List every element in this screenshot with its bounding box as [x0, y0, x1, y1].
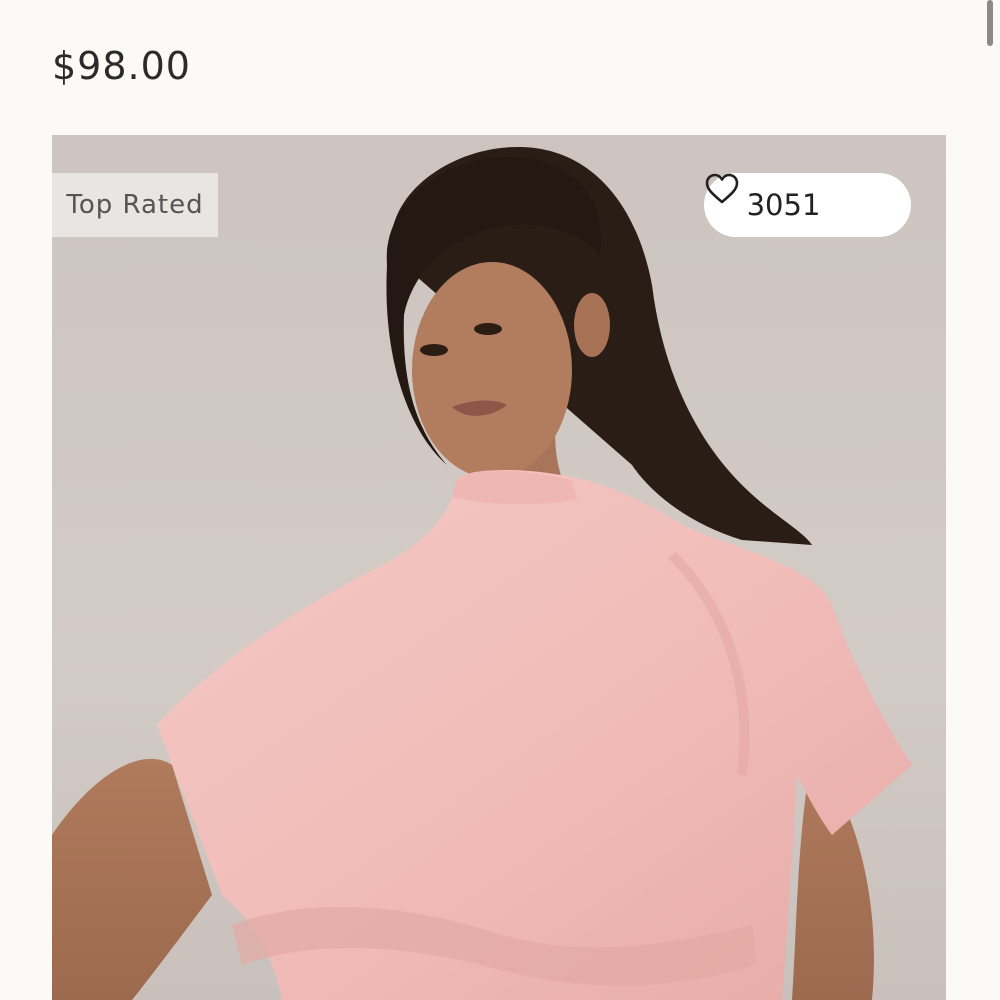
likes-count: 3051: [746, 188, 821, 222]
like-button[interactable]: 3051: [704, 173, 911, 237]
product-image[interactable]: Top Rated 3051: [52, 135, 946, 1000]
product-page: $98.00 Top Rated 3051: [0, 0, 1000, 1000]
scrollbar-thumb[interactable]: [987, 0, 993, 46]
model-photo: [52, 135, 946, 1000]
top-rated-badge: Top Rated: [52, 173, 218, 237]
heart-outline-icon: [705, 173, 868, 221]
product-price: $98.00: [52, 44, 191, 88]
